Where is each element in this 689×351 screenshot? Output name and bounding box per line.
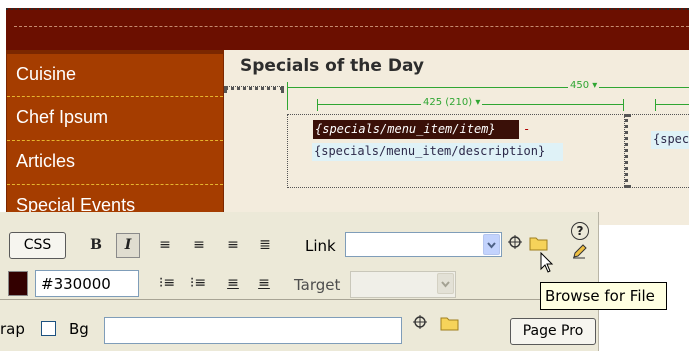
italic-button[interactable]: I — [116, 233, 140, 258]
link-label: Link — [305, 237, 336, 255]
window-top-margin — [0, 0, 689, 8]
column-width-label: 425 (210) ▾ — [421, 97, 483, 108]
link-field[interactable] — [345, 232, 502, 257]
target-dropdown[interactable] — [350, 271, 456, 298]
browse-for-file-tooltip: Browse for File — [540, 282, 667, 310]
bold-button[interactable]: B — [85, 234, 107, 256]
mouse-pointer-icon — [540, 251, 556, 280]
text-color-value: #330000 — [41, 275, 111, 293]
text-color-field[interactable]: #330000 — [35, 270, 139, 297]
right-cell-tag[interactable]: {spec — [653, 132, 689, 146]
align-justify-icon[interactable]: ≣ — [254, 234, 276, 256]
unordered-list-icon[interactable]: ⁝≡ — [156, 272, 178, 294]
property-inspector-divider — [0, 299, 599, 300]
table-cell-divider — [624, 114, 628, 188]
column-width-guide-tick-left — [317, 99, 318, 111]
outdent-icon[interactable]: ≡ — [222, 272, 244, 294]
link-dropdown-arrow[interactable] — [483, 234, 500, 255]
help-icon[interactable]: ? — [571, 222, 589, 240]
text-color-swatch[interactable] — [8, 271, 28, 296]
sidebar-item-chef-ipsum[interactable]: Chef Ipsum — [7, 96, 223, 140]
column2-width-guide — [655, 104, 689, 105]
column-width-guide-tick-right — [623, 99, 624, 111]
sidebar-item-label: Chef Ipsum — [16, 107, 109, 127]
crosshair-target-icon[interactable] — [410, 314, 430, 337]
pencil-edit-icon[interactable] — [571, 243, 589, 266]
page-title: Specials of the Day — [240, 56, 424, 76]
indent-icon[interactable]: ≡ — [253, 272, 275, 294]
item-separator: - — [523, 122, 531, 136]
align-center-icon[interactable]: ≡ — [188, 234, 210, 256]
wrap-label: rap — [0, 320, 25, 338]
title-dotted-underline — [224, 86, 284, 90]
no-wrap-checkbox[interactable] — [41, 321, 56, 336]
align-left-icon[interactable]: ≡ — [154, 234, 176, 256]
css-button[interactable]: CSS — [9, 232, 66, 259]
page-banner — [6, 8, 689, 50]
sidebar-item-articles[interactable]: Articles — [7, 140, 223, 184]
sidebar-item-label: Articles — [16, 151, 76, 171]
page-properties-button[interactable]: Page Pro — [510, 318, 596, 345]
bg-label: Bg — [69, 320, 89, 338]
sidebar-item-cuisine[interactable]: Cuisine — [7, 54, 223, 96]
table-width-guide-tick — [287, 82, 288, 110]
ordered-list-icon[interactable]: ⁝≡ — [187, 272, 209, 294]
column2-width-guide-tick — [655, 99, 656, 111]
crosshair-target-icon[interactable] — [505, 234, 525, 257]
target-dropdown-arrow[interactable] — [437, 273, 454, 294]
target-label: Target — [294, 276, 341, 294]
folder-icon[interactable] — [439, 314, 461, 339]
align-right-icon[interactable]: ≡ — [222, 234, 244, 256]
selected-item-tag[interactable]: {specials/menu_item/item} — [313, 120, 519, 139]
bg-field[interactable] — [104, 317, 402, 344]
table-width-guide — [287, 87, 689, 88]
sidebar-item-label: Cuisine — [16, 64, 77, 84]
description-tag[interactable]: {specials/menu_item/description} — [314, 144, 545, 158]
table-width-label: 450 ▾ — [568, 80, 600, 91]
banner-guide-line — [14, 26, 689, 27]
